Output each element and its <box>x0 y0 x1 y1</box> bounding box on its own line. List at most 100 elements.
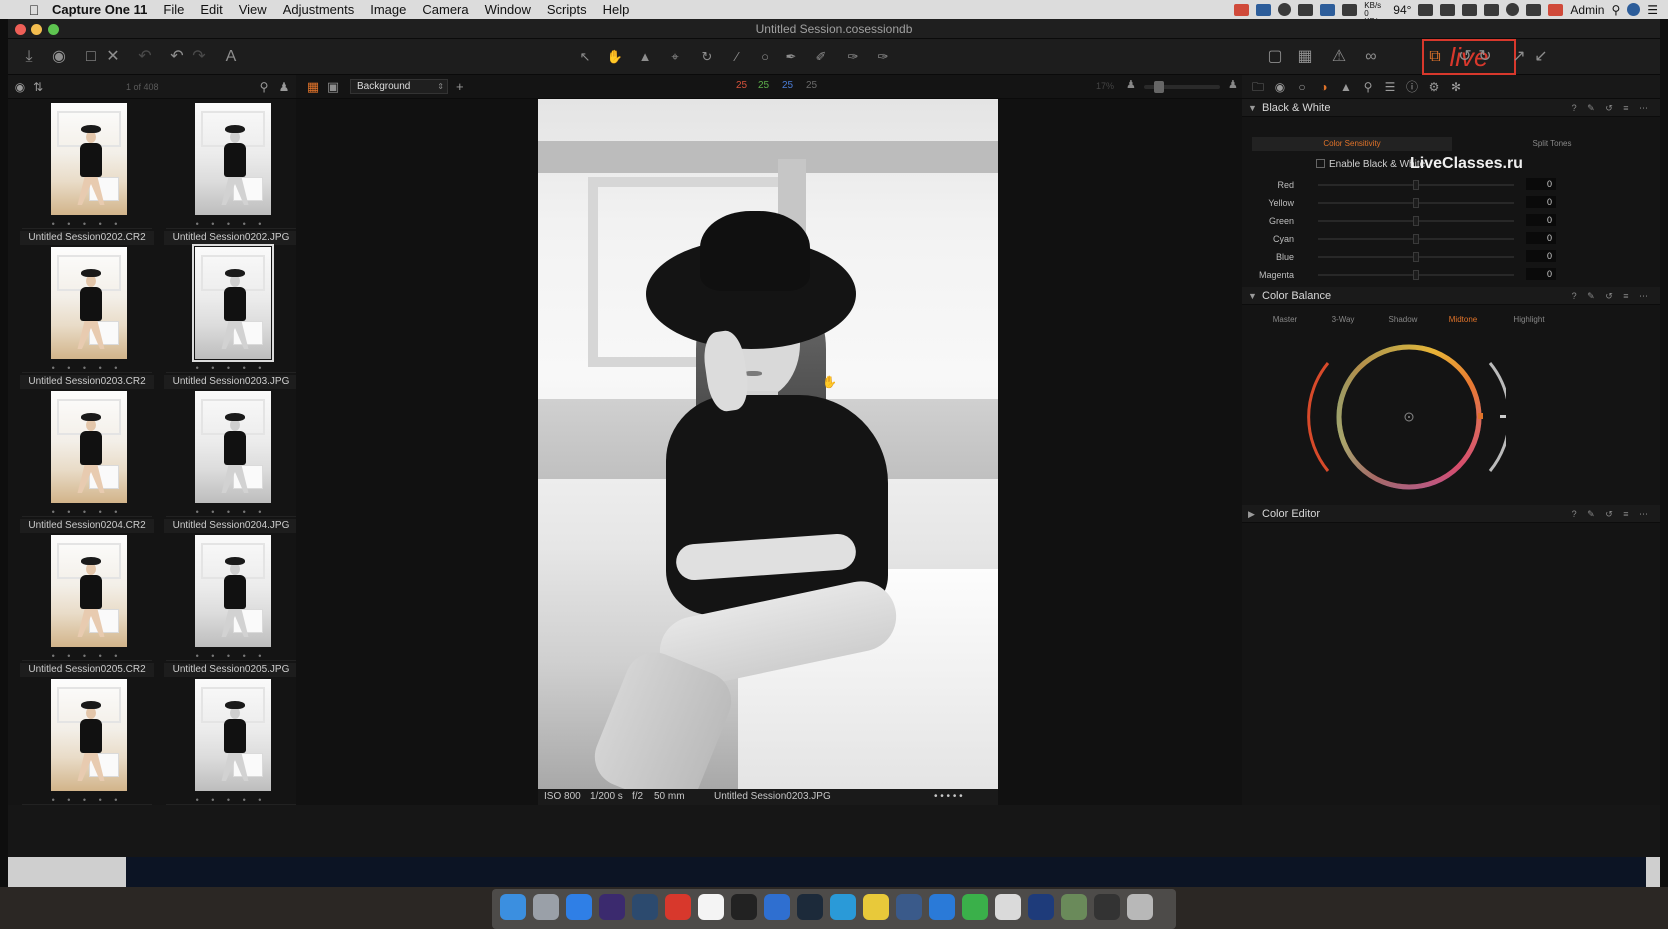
slider-value[interactable]: 0 <box>1526 214 1556 226</box>
search-icon[interactable]: ⚲ <box>256 79 272 95</box>
thumbnail-rating[interactable]: • • • • • <box>22 651 152 661</box>
slider-track[interactable] <box>1318 234 1514 244</box>
sort-icon[interactable]: ⇅ <box>30 79 46 95</box>
thumbnail-cell[interactable]: • • • • •Untitled Session0206.JPG <box>162 679 296 805</box>
menu-image[interactable]: Image <box>370 2 406 17</box>
bw-header-controls[interactable]: ? ✎ ↺ ≡ ⋯ <box>1572 99 1652 117</box>
slider-knob[interactable] <box>1413 198 1419 208</box>
slider-knob[interactable] <box>1413 180 1419 190</box>
pdf-tray-icon[interactable] <box>1234 3 1250 16</box>
tab-shadow[interactable]: Shadow <box>1370 313 1436 327</box>
image-viewer[interactable]: ✋ ISO 800 1/200 s f/2 50 mm Untitled Ses… <box>296 99 1242 805</box>
dock-capture-one-11-icon[interactable] <box>1028 894 1054 920</box>
single-view-icon[interactable]: ▣ <box>322 76 344 98</box>
dock-capture-one-icon[interactable] <box>665 894 691 920</box>
zoom-slider[interactable] <box>1144 81 1220 93</box>
thumbnail-rating[interactable]: • • • • • <box>22 363 152 373</box>
person-filter-icon[interactable]: ♟ <box>276 79 292 95</box>
thumbnail-cell[interactable]: • • • • • Untitled Session0205.JPG <box>162 535 296 679</box>
capture-tab-icon[interactable]: ◉ <box>1272 79 1288 95</box>
undo-icon[interactable]: ↶ <box>166 46 188 68</box>
dock-tower-icon[interactable] <box>896 894 922 920</box>
thumbnail-rating[interactable]: • • • • • <box>166 507 296 517</box>
color-balance-controls[interactable]: ? ✎ ↺ ≡ ⋯ <box>1572 287 1652 305</box>
library-tab-icon[interactable]: 🗀 <box>1250 79 1266 95</box>
menu-window[interactable]: Window <box>485 2 531 17</box>
dock-1password-icon[interactable] <box>764 894 790 920</box>
saturation-marker[interactable] <box>1500 415 1506 418</box>
undo-disabled-icon[interactable]: ↶ <box>134 46 156 68</box>
brush-tool-icon[interactable]: ✐ <box>810 46 832 68</box>
dock-telegram-icon[interactable] <box>830 894 856 920</box>
tab-color-sensitivity[interactable]: Color Sensitivity <box>1252 137 1452 151</box>
text-tool-icon[interactable]: A <box>220 46 242 68</box>
dock-preview-icon[interactable] <box>995 894 1021 920</box>
proof-icon[interactable]: ▢ <box>1264 46 1286 68</box>
grid-icon[interactable]: ▦ <box>1294 46 1316 68</box>
spotlight-icon[interactable]: ⚲ <box>1611 3 1620 17</box>
hue-marker[interactable] <box>1478 413 1483 419</box>
thumbnail-image[interactable] <box>195 103 271 215</box>
siri-icon[interactable] <box>1627 3 1641 16</box>
color-editor-header[interactable]: ▶ Color Editor ? ✎ ↺ ≡ ⋯ <box>1242 505 1660 523</box>
color-balance-header[interactable]: ▼ Color Balance ? ✎ ↺ ≡ ⋯ <box>1242 287 1660 305</box>
thumbnail-cell[interactable]: • • • • • Untitled Session0204.CR2 <box>18 391 156 535</box>
thumbnail-cell[interactable]: • • • • • Untitled Session0203.JPG <box>162 244 296 391</box>
adjustments-tab-icon[interactable]: ☰ <box>1382 79 1398 95</box>
delete-icon[interactable]: ✕ <box>102 46 124 68</box>
display-tray-icon[interactable] <box>1256 3 1272 16</box>
tab-split-tones[interactable]: Split Tones <box>1452 137 1652 151</box>
thumbnail-image[interactable] <box>51 103 127 215</box>
color-editor-controls[interactable]: ? ✎ ↺ ≡ ⋯ <box>1572 505 1652 523</box>
paste-icon[interactable]: ↙ <box>1530 46 1552 68</box>
color-wheel[interactable] <box>1306 343 1506 503</box>
move-icon[interactable]: □ <box>80 46 102 68</box>
dock-terminal-icon[interactable] <box>1094 894 1120 920</box>
dock-pr-icon[interactable] <box>599 894 625 920</box>
thumbnail-image[interactable] <box>192 244 274 362</box>
lightness-arc-left[interactable] <box>1307 362 1330 472</box>
visibility-icon[interactable]: ◉ <box>12 79 28 95</box>
thumbnail-image[interactable] <box>195 679 271 791</box>
thumbnail-image[interactable] <box>195 391 271 503</box>
flag-icon[interactable] <box>1548 3 1564 16</box>
metadata-tab-icon[interactable]: ⓘ <box>1404 79 1420 95</box>
thumbnail-rating[interactable]: • • • • • <box>166 219 296 229</box>
dock-keynote-icon[interactable] <box>929 894 955 920</box>
redo-icon[interactable]: ↷ <box>188 46 210 68</box>
thumbnail-image[interactable] <box>195 535 271 647</box>
thumbnail-image[interactable] <box>51 247 127 359</box>
pan-tool-icon[interactable]: ✋ <box>604 46 626 68</box>
apply-icon[interactable]: ↗ <box>1508 46 1530 68</box>
notifications-icon[interactable]: ☰ <box>1647 3 1658 17</box>
dock-app-store-icon[interactable] <box>566 894 592 920</box>
spot-tool-icon[interactable]: ○ <box>754 46 776 68</box>
copy-adjustments-icon[interactable]: ⧉ <box>1424 46 1446 68</box>
volume-icon[interactable] <box>1526 3 1542 16</box>
slider-knob[interactable] <box>1413 252 1419 262</box>
slider-value[interactable]: 0 <box>1526 232 1556 244</box>
zoom-out-icon[interactable]: ♟ <box>1126 78 1138 92</box>
tab-midtone[interactable]: Midtone <box>1430 313 1496 327</box>
menu-file[interactable]: File <box>163 2 184 17</box>
thumbnail-cell[interactable]: • • • • • Untitled Session0203.CR2 <box>18 247 156 391</box>
stamp-tool-icon[interactable]: ▲ <box>634 46 656 68</box>
enable-bw-checkbox[interactable]: Enable Black & White <box>1316 159 1425 170</box>
keystone-tool-icon[interactable]: ⁄ <box>726 46 748 68</box>
dropbox-icon[interactable] <box>1418 3 1434 16</box>
batch-tab-icon[interactable]: ✻ <box>1448 79 1464 95</box>
wifi-icon[interactable] <box>1506 3 1520 16</box>
tab-master[interactable]: Master <box>1252 313 1318 327</box>
output-tab-icon[interactable]: ⚙ <box>1426 79 1442 95</box>
details-tab-icon[interactable]: ⚲ <box>1360 79 1376 95</box>
slider-value[interactable]: 0 <box>1526 250 1556 262</box>
dock-home-icon[interactable] <box>1061 894 1087 920</box>
dock-calendar-icon[interactable] <box>698 894 724 920</box>
slider-track[interactable] <box>1318 198 1514 208</box>
zoom-in-icon[interactable]: ♟ <box>1228 78 1240 92</box>
tab-highlight[interactable]: Highlight <box>1496 313 1562 327</box>
slider-track[interactable] <box>1318 180 1514 190</box>
thumbnail-image[interactable] <box>51 679 127 791</box>
checkbox-box[interactable] <box>1316 159 1325 168</box>
layer-select[interactable]: Background ⇕ <box>350 79 448 94</box>
